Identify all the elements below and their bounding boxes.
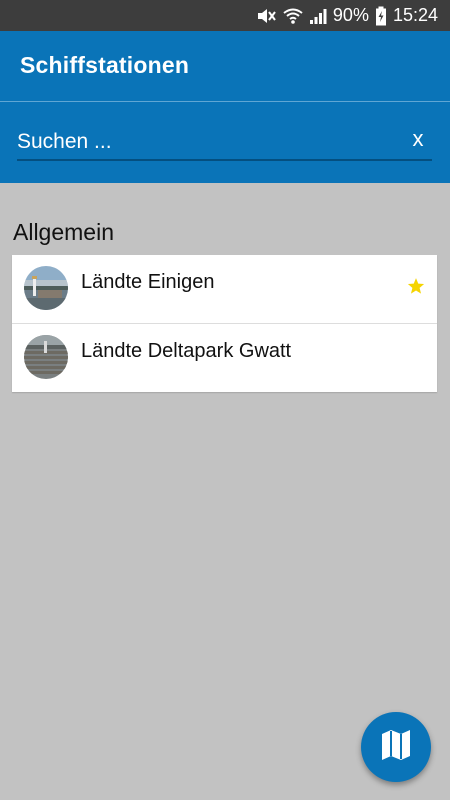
battery-percentage: 90% [332,5,369,25]
mute-icon [255,7,277,25]
section-header: Allgemein [13,219,114,245]
wifi-icon [283,7,303,25]
favorite-star-icon[interactable] [407,277,425,295]
station-avatar [24,266,68,310]
battery-charging-icon [375,6,387,26]
station-name: Ländte Einigen [81,271,215,293]
app-bar: Schiffstationen [0,31,450,101]
station-list: Ländte Einigen Ländte Deltapark Gwatt [12,255,437,392]
signal-icon [309,7,327,25]
station-item-deltapark-gwatt[interactable]: Ländte Deltapark Gwatt [12,324,437,392]
status-icons: 90% 15:24 [255,0,438,31]
clear-search-button[interactable]: x [403,124,433,154]
map-icon [381,729,411,766]
station-name: Ländte Deltapark Gwatt [81,340,292,362]
station-item-einigen[interactable]: Ländte Einigen [12,255,437,324]
page-title: Schiffstationen [20,52,190,78]
status-bar: 90% 15:24 [0,0,450,31]
search-input[interactable]: Suchen ... [17,130,377,154]
search-bar: Suchen ... x [0,102,450,183]
map-button[interactable] [361,712,431,782]
search-underline [17,159,432,161]
station-avatar [24,335,68,379]
clock: 15:24 [392,5,438,25]
